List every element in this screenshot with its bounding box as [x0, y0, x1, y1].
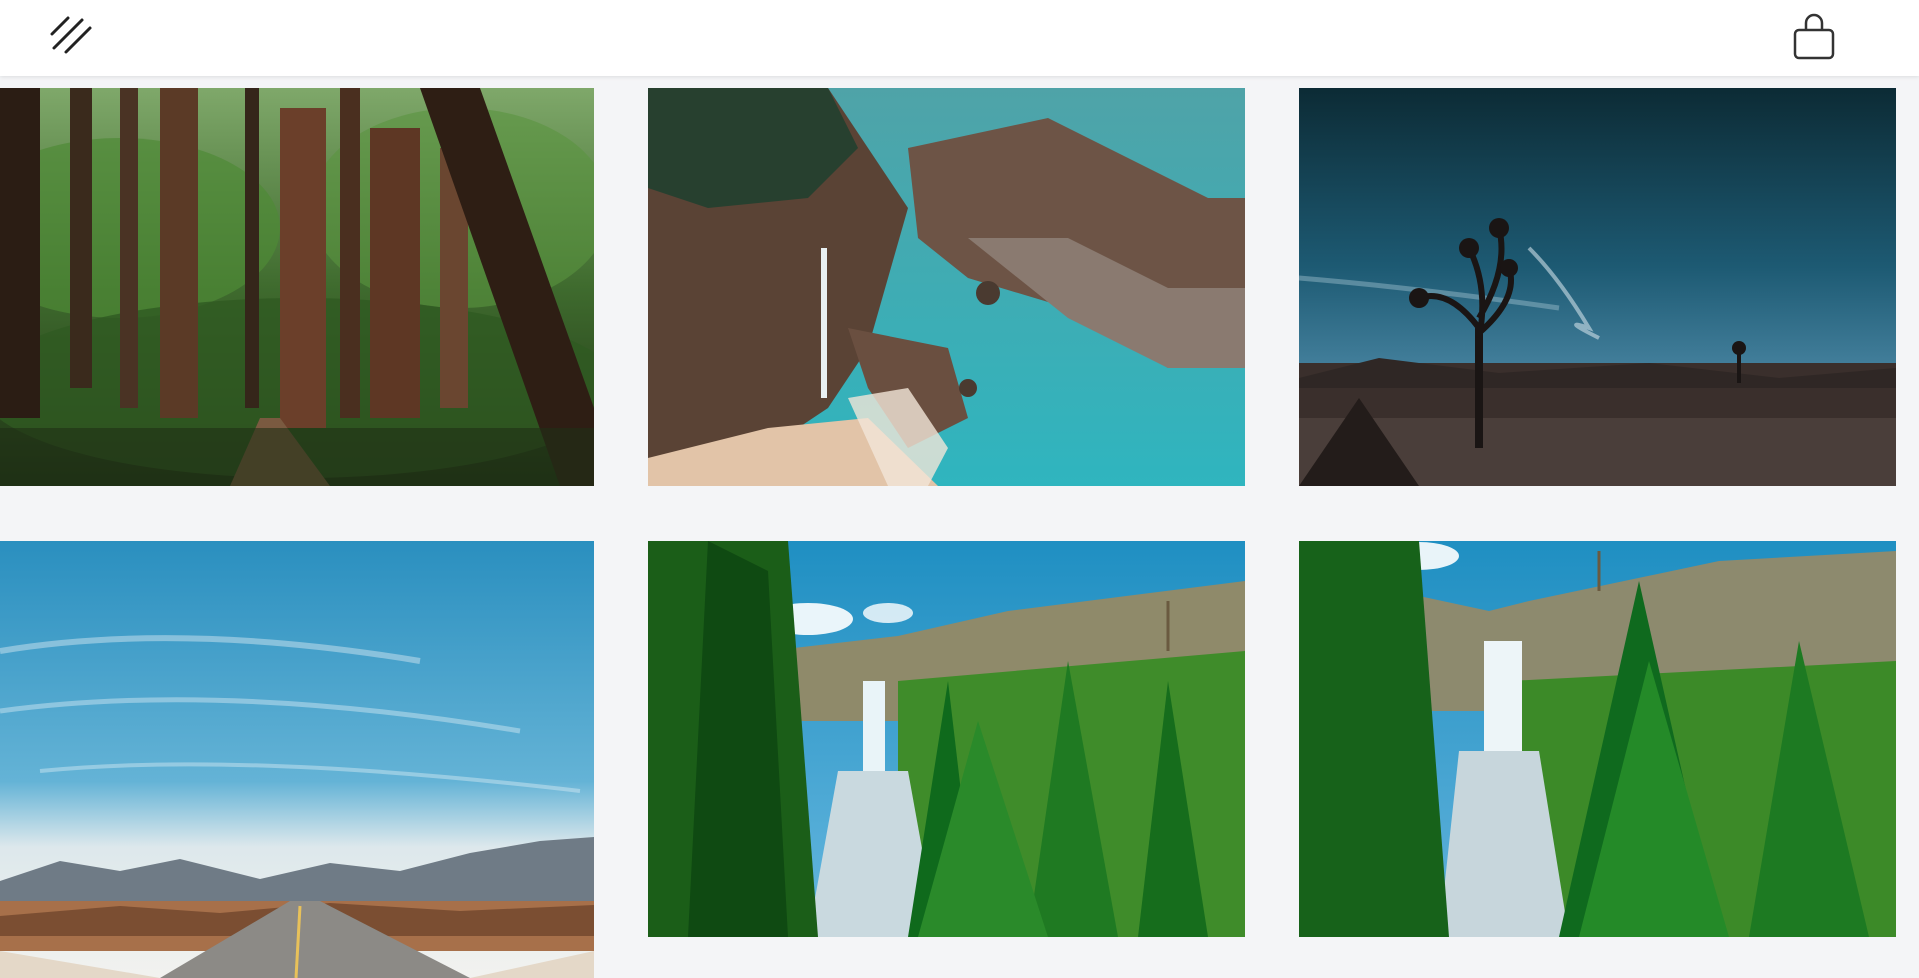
slashes-logo-icon[interactable]	[50, 14, 94, 58]
gallery-image-joshua-tree[interactable]	[1299, 88, 1896, 486]
gallery-image-waterfall-canyon[interactable]	[648, 541, 1245, 937]
gallery-image-desert-road[interactable]	[0, 541, 594, 978]
gallery-image-coastal-cove[interactable]	[648, 88, 1245, 486]
shopping-bag-icon[interactable]	[1791, 12, 1837, 62]
gallery-image-waterfall-closeup[interactable]	[1299, 541, 1896, 937]
top-navigation-bar	[0, 0, 1919, 76]
gallery-image-redwood-forest[interactable]	[0, 88, 594, 486]
